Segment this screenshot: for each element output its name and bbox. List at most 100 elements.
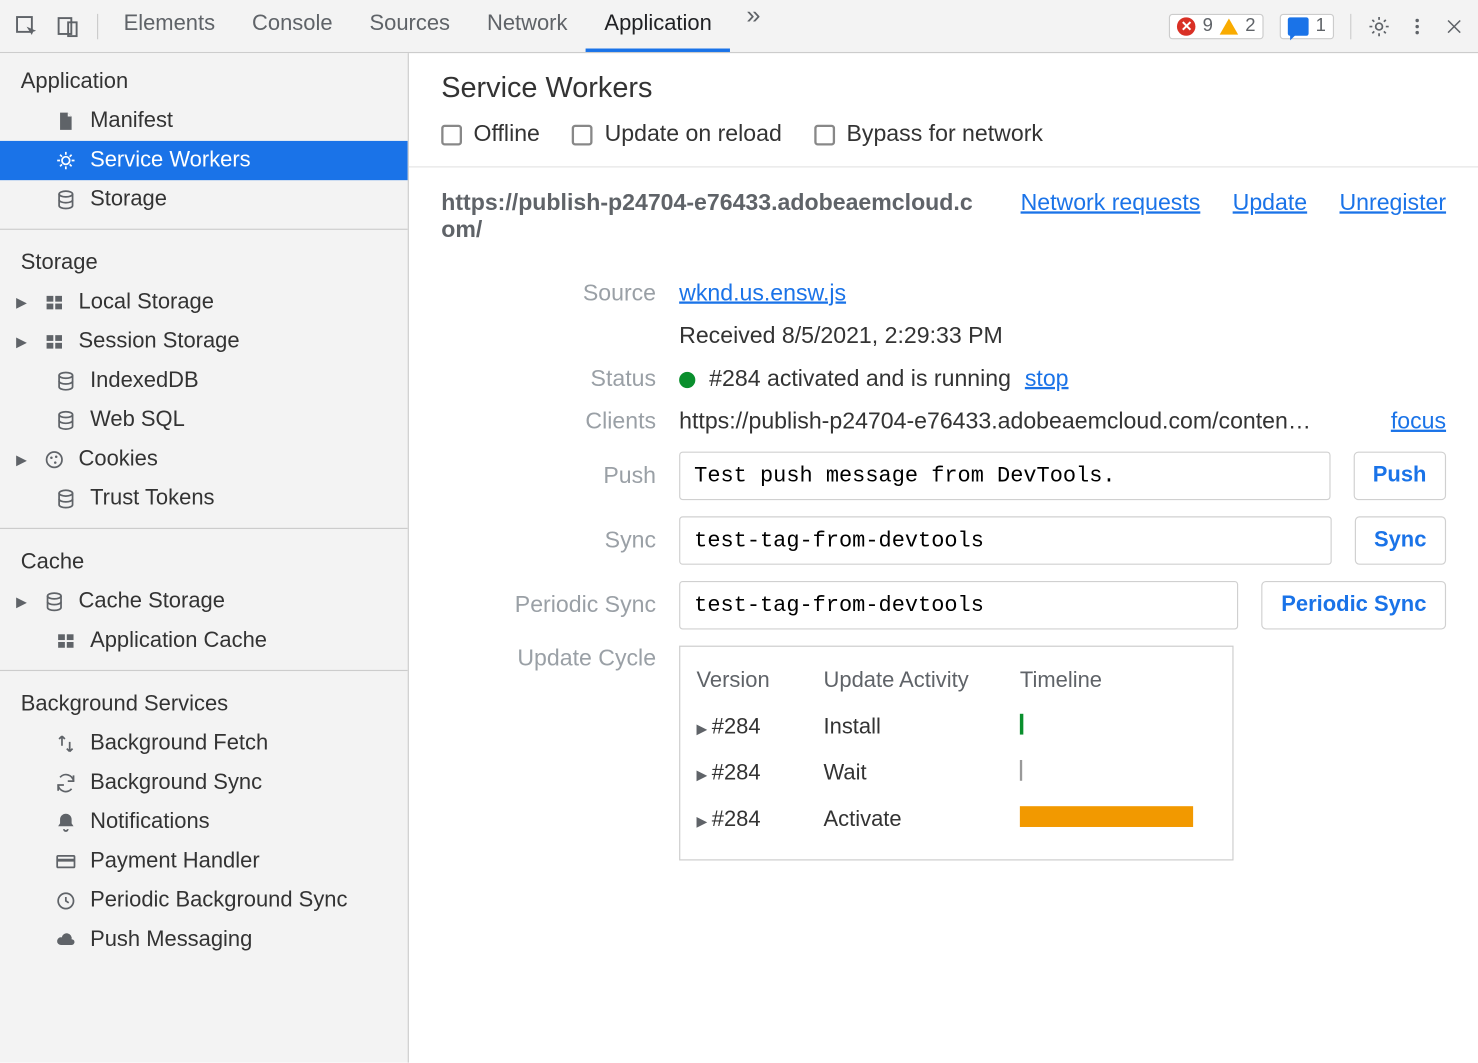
offline-checkbox[interactable]: Offline (441, 121, 540, 148)
sidebar-item-background-fetch[interactable]: Background Fetch (0, 724, 408, 763)
sidebar-label: Payment Handler (90, 849, 260, 874)
sidebar-label: Trust Tokens (90, 486, 214, 511)
sidebar-label: Session Storage (79, 329, 240, 354)
status-label: Status (441, 366, 656, 393)
sidebar-label: Notifications (90, 810, 210, 835)
application-sidebar: Application Manifest Service Workers Sto… (0, 53, 409, 1062)
inspect-icon[interactable] (14, 13, 39, 38)
sidebar-item-background-sync[interactable]: Background Sync (0, 763, 408, 802)
sidebar-label: Service Workers (90, 148, 251, 173)
sidebar-label: Web SQL (90, 408, 185, 433)
sidebar-item-indexeddb[interactable]: IndexedDB (0, 362, 408, 401)
sidebar-item-periodic-background-sync[interactable]: Periodic Background Sync (0, 881, 408, 920)
cycle-row[interactable]: ▶#284 Install (696, 705, 1216, 751)
bypass-for-network-checkbox[interactable]: Bypass for network (814, 121, 1043, 148)
sidebar-label: Storage (90, 187, 167, 212)
device-toggle-icon[interactable] (55, 13, 80, 38)
push-input[interactable] (679, 452, 1330, 501)
update-link[interactable]: Update (1233, 191, 1307, 218)
sidebar-label: Application Cache (90, 628, 267, 653)
unregister-link[interactable]: Unregister (1339, 191, 1446, 218)
sidebar-label: Local Storage (79, 290, 214, 315)
section-background-services: Background Services (0, 676, 408, 725)
cycle-row[interactable]: ▶#284 Wait (696, 751, 1216, 797)
sidebar-item-websql[interactable]: Web SQL (0, 401, 408, 440)
push-label: Push (441, 463, 656, 490)
sidebar-label: Periodic Background Sync (90, 888, 347, 913)
network-requests-link[interactable]: Network requests (1021, 191, 1201, 218)
sidebar-item-cookies[interactable]: ▶Cookies (0, 440, 408, 479)
tab-application[interactable]: Application (586, 0, 730, 52)
status-dot-icon (679, 371, 695, 387)
periodic-sync-label: Periodic Sync (441, 592, 656, 619)
periodic-sync-button[interactable]: Periodic Sync (1262, 581, 1446, 630)
table-icon (42, 329, 67, 354)
sidebar-item-trust-tokens[interactable]: Trust Tokens (0, 479, 408, 518)
focus-link[interactable]: focus (1391, 409, 1446, 436)
tabs-overflow-icon[interactable]: » (730, 0, 776, 52)
error-count: 9 (1203, 16, 1213, 37)
settings-icon[interactable] (1368, 14, 1391, 37)
tab-network[interactable]: Network (468, 0, 585, 52)
sidebar-item-manifest[interactable]: Manifest (0, 102, 408, 141)
sync-button[interactable]: Sync (1354, 516, 1446, 565)
issues-count: 1 (1316, 16, 1326, 37)
sidebar-label: Background Sync (90, 770, 262, 795)
database-icon (42, 589, 67, 614)
tab-elements[interactable]: Elements (105, 0, 233, 52)
clients-label: Clients (441, 409, 656, 436)
sidebar-label: Push Messaging (90, 927, 252, 952)
sync-icon (53, 770, 78, 795)
sidebar-label: IndexedDB (90, 368, 199, 393)
sidebar-item-application-cache[interactable]: Application Cache (0, 621, 408, 660)
error-warning-badge[interactable]: ✕9 2 (1169, 13, 1263, 38)
table-icon (53, 628, 78, 653)
card-icon (53, 849, 78, 874)
database-icon (53, 408, 78, 433)
update-on-reload-checkbox[interactable]: Update on reload (572, 121, 782, 148)
close-icon[interactable] (1444, 16, 1465, 37)
cycle-row[interactable]: ▶#284 Activate (696, 797, 1216, 843)
checkbox-icon (441, 124, 462, 145)
sidebar-item-push-messaging[interactable]: Push Messaging (0, 921, 408, 960)
sidebar-item-cache-storage[interactable]: ▶Cache Storage (0, 582, 408, 621)
database-icon (53, 368, 78, 393)
update-cycle-label: Update Cycle (441, 646, 656, 673)
sidebar-item-notifications[interactable]: Notifications (0, 803, 408, 842)
col-activity: Update Activity (824, 669, 997, 694)
stop-link[interactable]: stop (1025, 366, 1069, 393)
sync-input[interactable] (679, 516, 1331, 565)
issues-badge[interactable]: 1 (1280, 13, 1334, 38)
timeline-bar (1020, 714, 1023, 735)
table-icon (42, 290, 67, 315)
periodic-sync-input[interactable] (679, 581, 1238, 630)
received-timestamp: Received 8/5/2021, 2:29:33 PM (679, 323, 1446, 350)
sidebar-item-service-workers[interactable]: Service Workers (0, 141, 408, 180)
tab-sources[interactable]: Sources (351, 0, 468, 52)
kebab-menu-icon[interactable] (1407, 16, 1428, 37)
panel-tabs: Elements Console Sources Network Applica… (105, 0, 777, 52)
update-cycle-table: Version Update Activity Timeline ▶#284 I… (679, 646, 1233, 861)
sidebar-item-payment-handler[interactable]: Payment Handler (0, 842, 408, 881)
sidebar-label: Cookies (79, 447, 158, 472)
source-link[interactable]: wknd.us.ensw.js (679, 281, 846, 308)
warning-icon (1220, 18, 1238, 34)
tab-console[interactable]: Console (234, 0, 351, 52)
checkbox-icon (572, 124, 593, 145)
timeline-bar (1020, 760, 1022, 781)
timeline-bar (1020, 806, 1193, 827)
expand-icon: ▶ (696, 721, 707, 737)
sidebar-label: Cache Storage (79, 589, 225, 614)
cookie-icon (42, 447, 67, 472)
devtools-topbar: Elements Console Sources Network Applica… (0, 0, 1478, 53)
database-icon (53, 187, 78, 212)
origin-url: https://publish-p24704-e76433.adobeaemcl… (441, 191, 984, 244)
issues-icon (1288, 17, 1309, 35)
sidebar-item-local-storage[interactable]: ▶Local Storage (0, 283, 408, 322)
section-application: Application (0, 53, 408, 102)
sidebar-item-session-storage[interactable]: ▶Session Storage (0, 322, 408, 361)
sidebar-label: Background Fetch (90, 731, 268, 756)
service-workers-panel: Service Workers Offline Update on reload… (409, 53, 1478, 1062)
push-button[interactable]: Push (1353, 452, 1446, 501)
sidebar-item-storage[interactable]: Storage (0, 180, 408, 219)
